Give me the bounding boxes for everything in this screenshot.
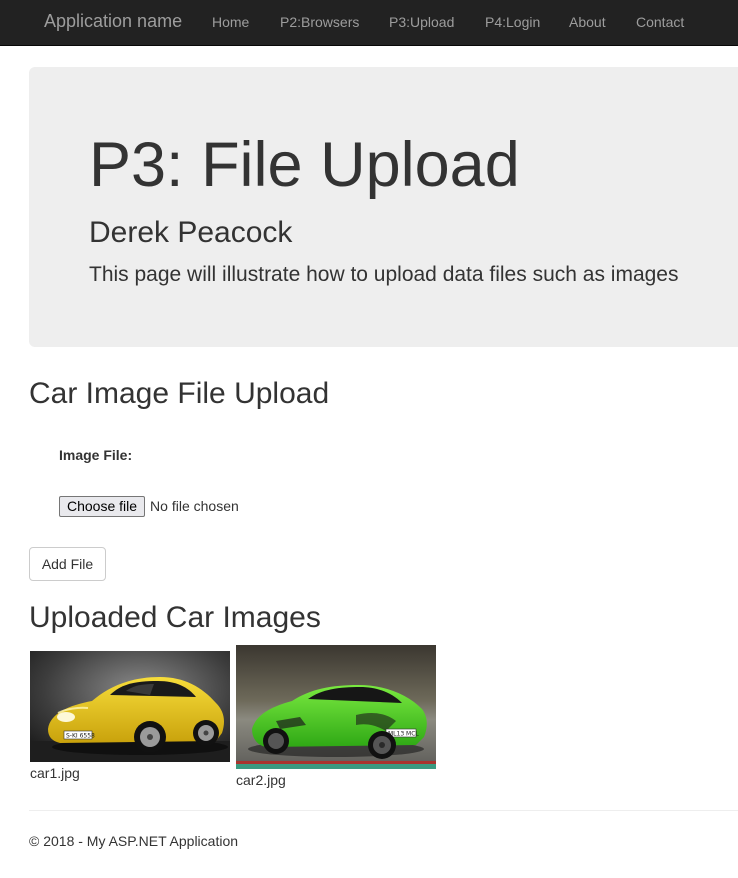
footer-copyright: © 2018 - My ASP.NET Application — [29, 833, 239, 849]
car1-plate: S-KI 6558 — [66, 733, 95, 740]
choose-file-button[interactable]: Choose file — [59, 495, 146, 517]
page-title: P3: File Upload — [89, 130, 520, 200]
nav-link-home[interactable]: Home — [212, 13, 249, 31]
upload-heading: Car Image File Upload — [29, 377, 330, 410]
navbar: Application name Home P2:Browsers P3:Upl… — [0, 0, 738, 46]
nav-link-browsers[interactable]: P2:Browsers — [280, 13, 359, 31]
car-image-2: ML13 MCL — [236, 645, 436, 769]
nav-link-about[interactable]: About — [569, 13, 606, 31]
brand-link[interactable]: Application name — [44, 11, 182, 31]
nav-link-contact[interactable]: Contact — [636, 13, 684, 31]
car-image-1-caption: car1.jpg — [30, 765, 80, 781]
author-name: Derek Peacock — [89, 216, 293, 249]
add-file-button[interactable]: Add File — [29, 547, 106, 581]
gallery-heading: Uploaded Car Images — [29, 601, 321, 634]
image-file-label: Image File: — [59, 447, 133, 463]
page-description: This page will illustrate how to upload … — [89, 263, 679, 286]
nav-link-login[interactable]: P4:Login — [485, 13, 540, 31]
footer-divider — [29, 810, 738, 811]
jumbotron: P3: File Upload Derek Peacock This page … — [29, 67, 738, 347]
car-image-2-caption: car2.jpg — [236, 772, 286, 788]
file-status-text: No file chosen — [150, 498, 239, 514]
image-file-input[interactable]: Choose file No file chosen — [59, 495, 239, 517]
car-image-1: S-KI 6558 — [30, 651, 230, 762]
nav-link-upload[interactable]: P3:Upload — [389, 13, 454, 31]
